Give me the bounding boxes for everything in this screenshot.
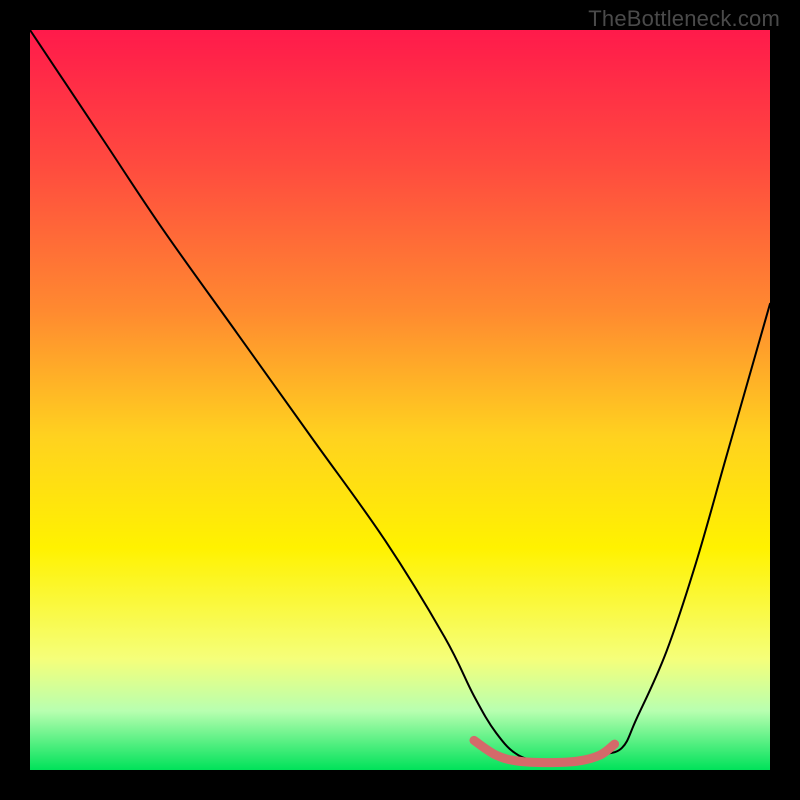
bottleneck-chart: [30, 30, 770, 770]
watermark-text: TheBottleneck.com: [588, 6, 780, 32]
plot-area: [30, 30, 770, 770]
gradient-background: [30, 30, 770, 770]
chart-frame: TheBottleneck.com: [0, 0, 800, 800]
